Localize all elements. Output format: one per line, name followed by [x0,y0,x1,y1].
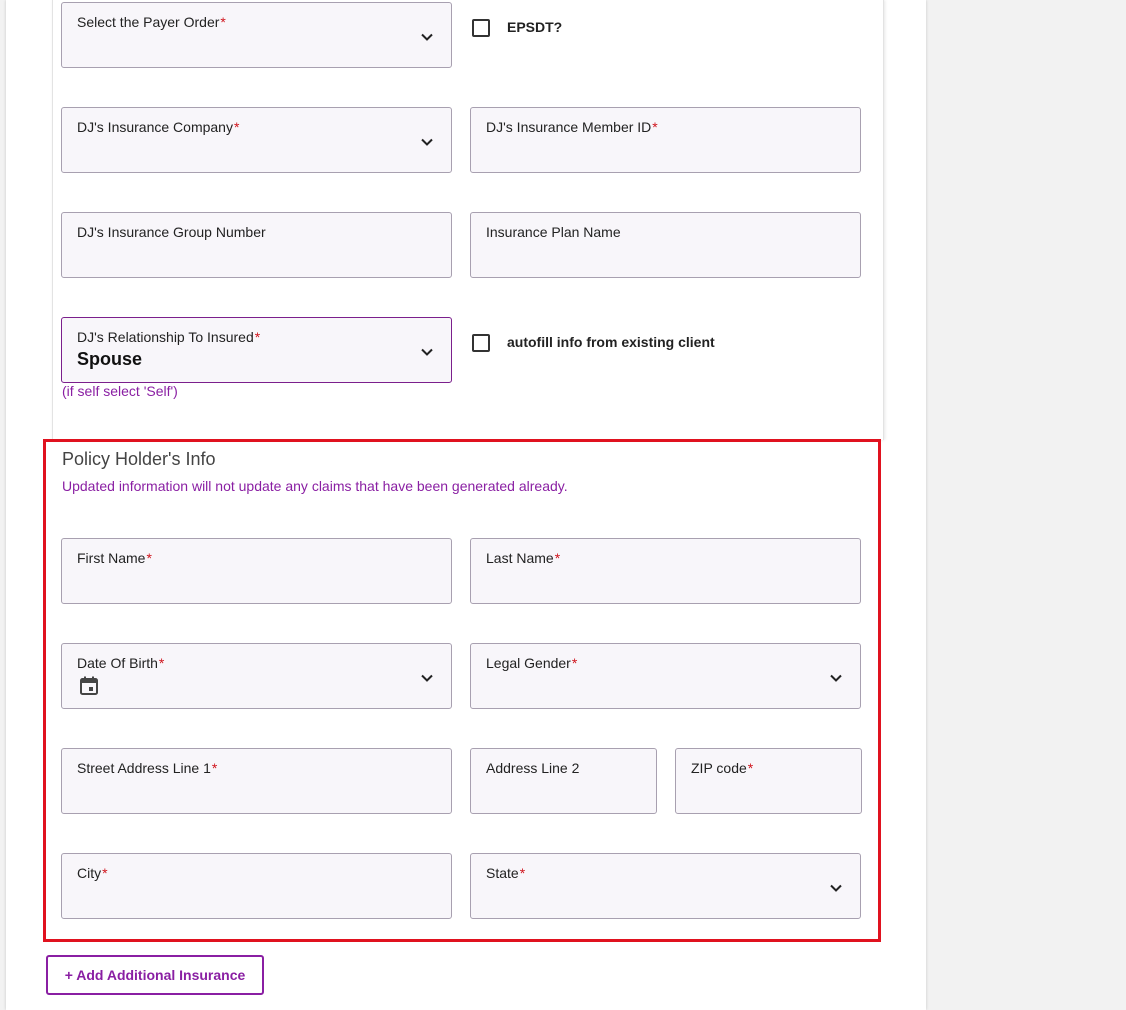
plan-name-input[interactable]: Insurance Plan Name [470,212,861,278]
first-name-input[interactable]: First Name* [61,538,452,604]
relationship-select[interactable]: DJ's Relationship To Insured* Spouse [61,317,452,383]
state-label: State* [486,865,526,881]
autofill-label: autofill info from existing client [507,334,715,350]
epsdt-label: EPSDT? [507,19,563,35]
epsdt-checkbox[interactable] [472,19,490,37]
insurance-company-label: DJ's Insurance Company* [77,119,240,135]
chevron-down-icon [421,348,433,356]
last-name-label: Last Name* [486,550,561,566]
relationship-hint: (if self select 'Self') [62,383,178,399]
state-select[interactable]: State* [470,853,861,919]
payer-order-select[interactable]: Select the Payer Order* [61,2,452,68]
last-name-input[interactable]: Last Name* [470,538,861,604]
member-id-label: DJ's Insurance Member ID* [486,119,658,135]
chevron-down-icon [421,33,433,41]
address-line-2-input[interactable]: Address Line 2 [470,748,657,814]
street-address-label: Street Address Line 1* [77,760,218,776]
member-id-input[interactable]: DJ's Insurance Member ID* [470,107,861,173]
city-label: City* [77,865,108,881]
insurance-company-select[interactable]: DJ's Insurance Company* [61,107,452,173]
payer-order-label: Select the Payer Order* [77,14,226,30]
zip-code-input[interactable]: ZIP code* [675,748,862,814]
zip-code-label: ZIP code* [691,760,754,776]
address-line-2-label: Address Line 2 [486,760,580,776]
policy-holder-title: Policy Holder's Info [62,449,216,469]
chevron-down-icon [421,674,433,682]
calendar-icon[interactable] [80,676,98,695]
group-number-label: DJ's Insurance Group Number [77,224,266,240]
policy-holder-note: Updated information will not update any … [62,478,568,494]
chevron-down-icon [421,138,433,146]
autofill-checkbox[interactable] [472,334,490,352]
date-of-birth-label: Date Of Birth* [77,655,165,671]
plan-name-label: Insurance Plan Name [486,224,621,240]
chevron-down-icon [830,674,842,682]
street-address-input[interactable]: Street Address Line 1* [61,748,452,814]
relationship-label: DJ's Relationship To Insured* [77,329,261,345]
date-of-birth-picker[interactable]: Date Of Birth* [61,643,452,709]
city-input[interactable]: City* [61,853,452,919]
relationship-value: Spouse [77,349,143,369]
legal-gender-select[interactable]: Legal Gender* [470,643,861,709]
legal-gender-label: Legal Gender* [486,655,578,671]
first-name-label: First Name* [77,550,152,566]
group-number-input[interactable]: DJ's Insurance Group Number [61,212,452,278]
chevron-down-icon [830,884,842,892]
add-additional-insurance-button[interactable]: + Add Additional Insurance [46,955,264,995]
